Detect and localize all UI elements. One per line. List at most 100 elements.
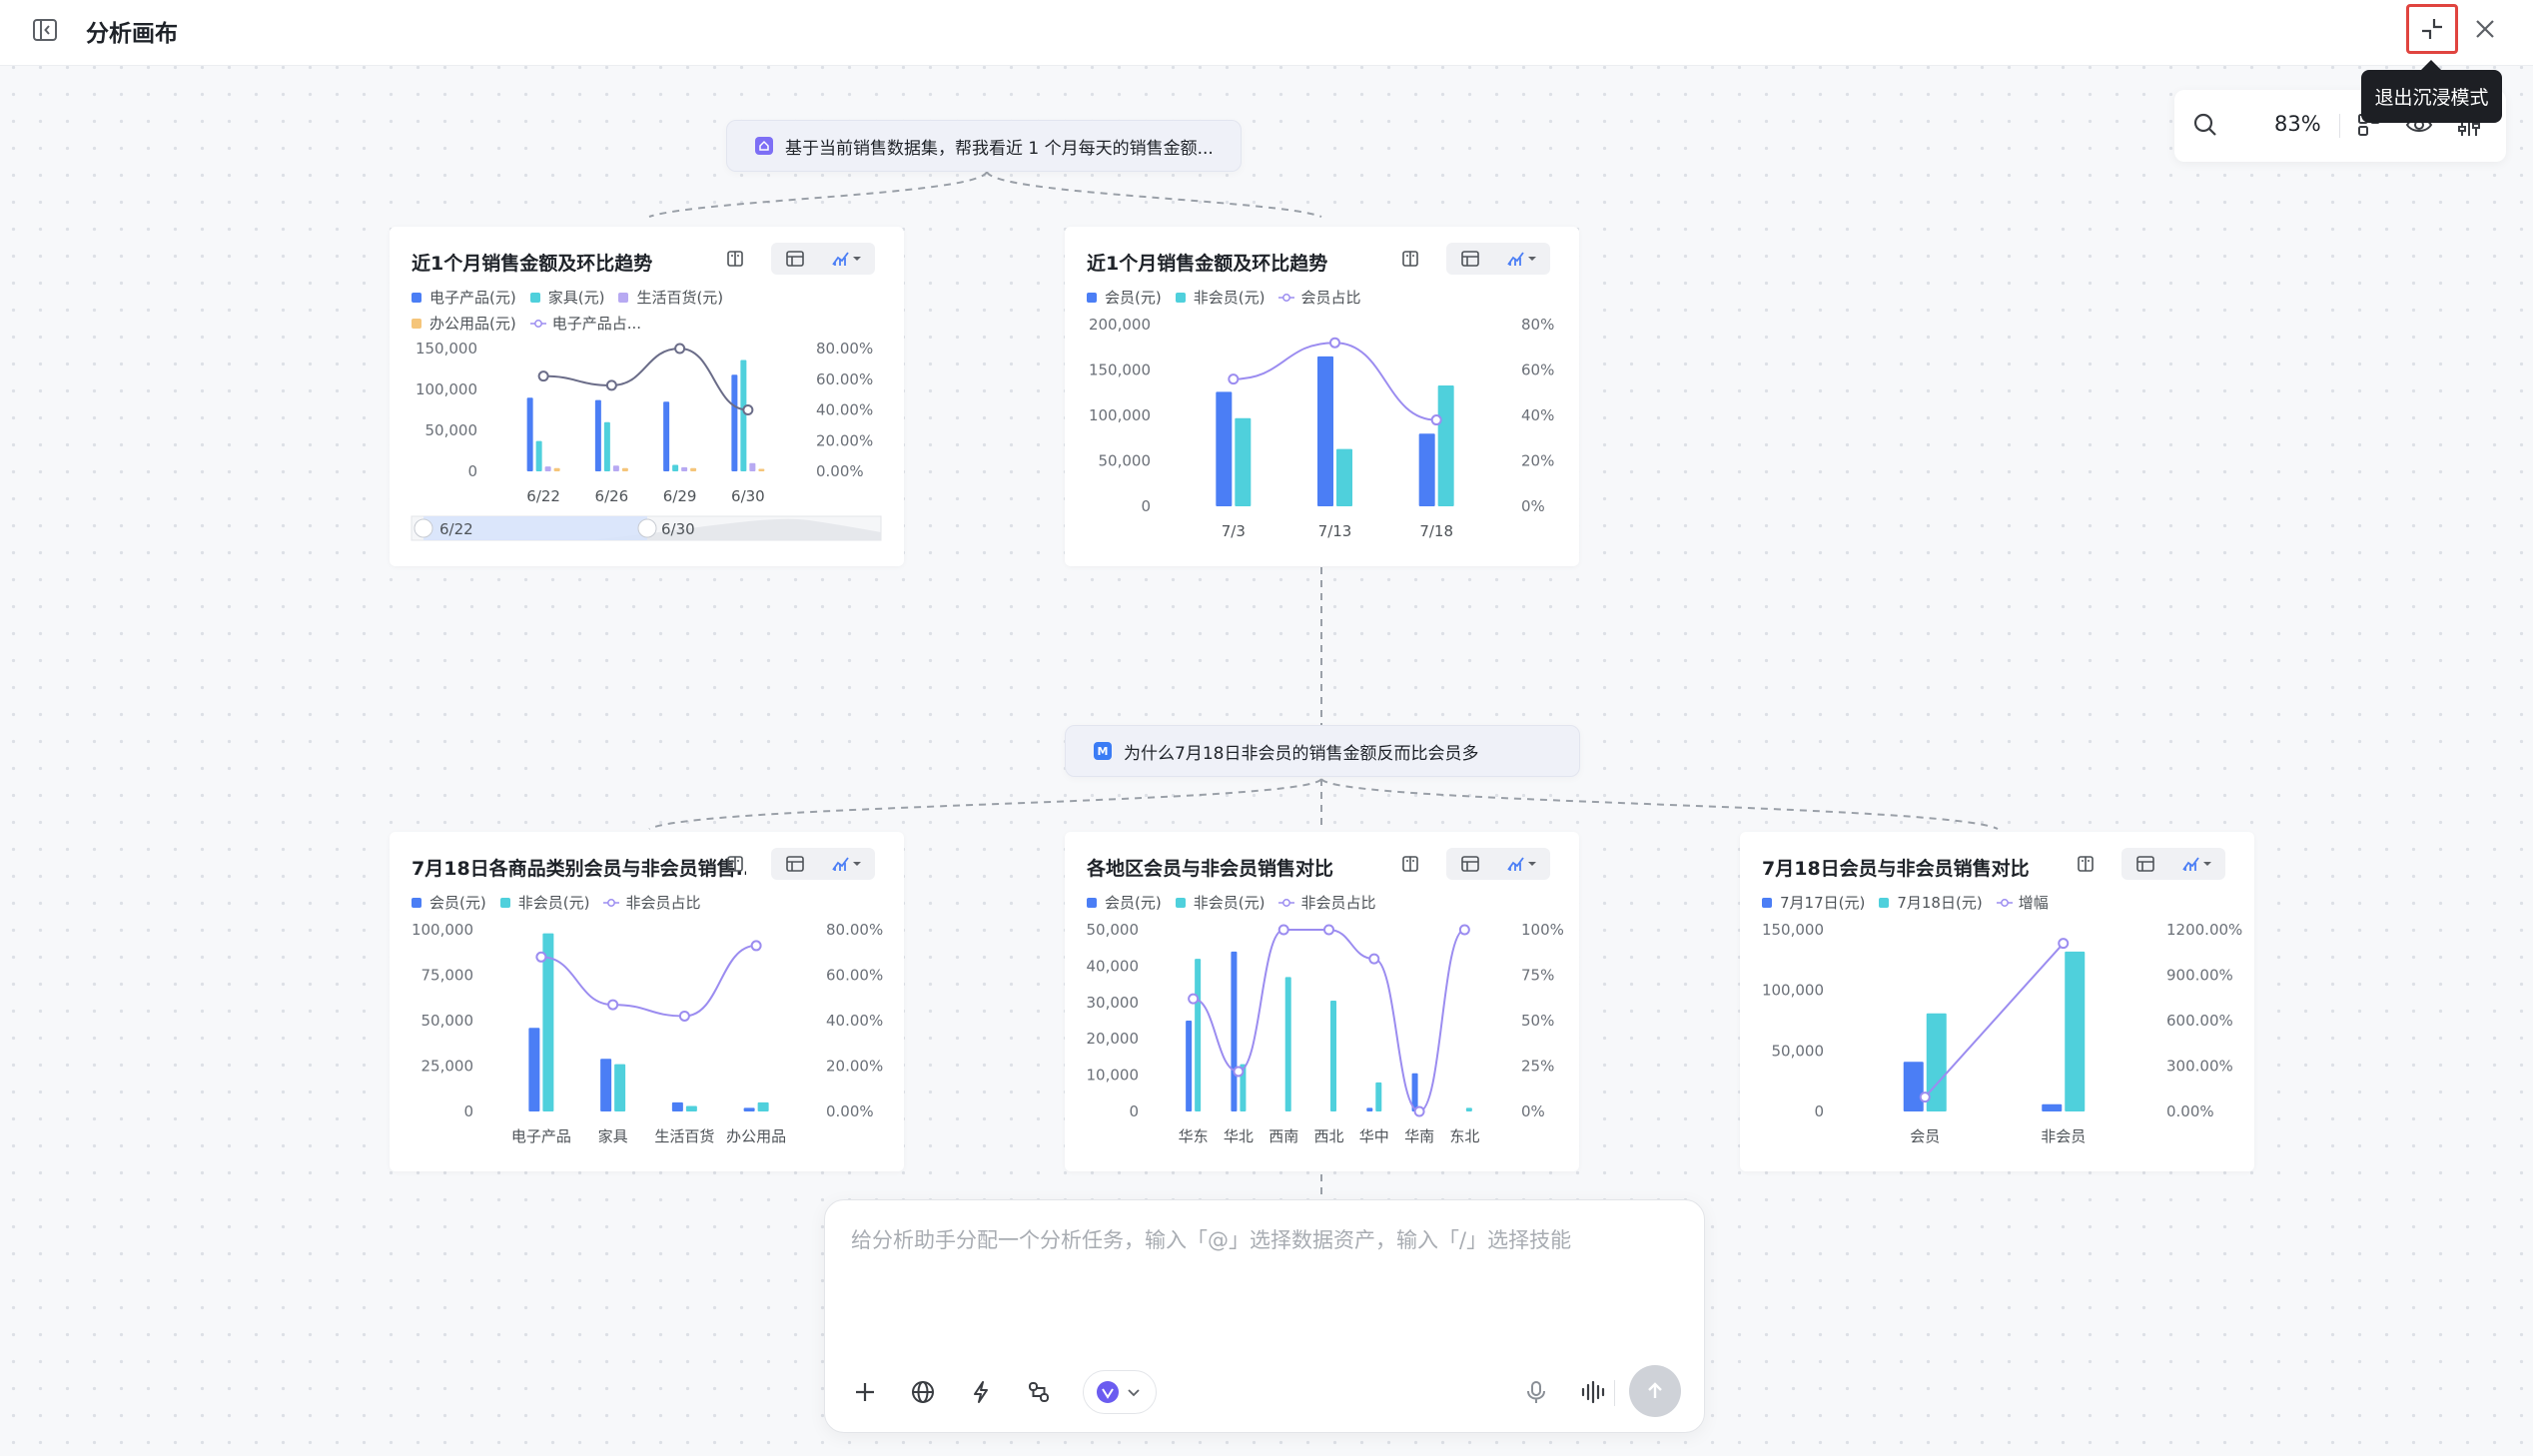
x-tick-label: 华北	[1224, 1127, 1254, 1145]
y2-tick-label: 60.00%	[816, 370, 873, 388]
line-point	[1228, 373, 1240, 385]
y2-tick-label: 0.00%	[2166, 1102, 2214, 1120]
y2-tick-label: 0.00%	[826, 1102, 874, 1120]
slider-start-label: 6/22	[439, 520, 473, 538]
bar	[757, 1101, 769, 1111]
lightning-icon[interactable]	[959, 1370, 1003, 1414]
line-point	[742, 404, 754, 415]
search-icon[interactable]	[2190, 110, 2220, 140]
send-button[interactable]	[1629, 1365, 1681, 1417]
y-tick-label: 75,000	[422, 967, 474, 985]
sidebar-toggle-icon[interactable]	[30, 15, 60, 45]
y-tick-label: 100,000	[1089, 406, 1151, 424]
y-tick-label: 150,000	[1089, 362, 1151, 379]
bar	[743, 1107, 755, 1111]
x-tick-label: 7/3	[1222, 522, 1246, 540]
chart-card-2[interactable]: 近1个月销售金额及环比趋势 会员(元) 非会员(元) 会员占比 200,000 150,0…	[1065, 227, 1579, 566]
close-icon[interactable]	[2470, 14, 2500, 44]
connector-prompt1-left	[648, 171, 988, 218]
bar	[594, 399, 601, 471]
prompt-text: 基于当前销售数据集，帮我看近 1 个月每天的销售金额...	[785, 138, 1214, 159]
y-tick-label: 25,000	[422, 1058, 474, 1076]
bar	[685, 1105, 697, 1111]
slider-end-label: 6/30	[661, 520, 695, 538]
y2-tick-label: 900.00%	[2166, 967, 2233, 985]
y-tick-label: 50,000	[425, 421, 478, 439]
bar	[528, 1028, 540, 1111]
x-tick-label: 电子产品	[511, 1127, 571, 1145]
x-tick-label: 西北	[1313, 1127, 1343, 1145]
model-badge-icon: M	[1094, 742, 1112, 760]
bar	[681, 466, 688, 471]
task-input[interactable]: 给分析助手分配一个分析任务，输入「@」选择数据资产，输入「/」选择技能	[851, 1224, 1571, 1254]
globe-icon[interactable]	[901, 1370, 945, 1414]
voice-wave-icon[interactable]	[1571, 1370, 1615, 1414]
y2-tick-label: 75%	[1521, 967, 1554, 985]
y2-tick-label: 40.00%	[826, 1012, 883, 1030]
x-tick-label: 华东	[1179, 1127, 1209, 1145]
line-point	[535, 951, 547, 963]
microphone-icon[interactable]	[1514, 1370, 1558, 1414]
chart-plot: 150,000 100,000 50,000 0 80.00% 60.00% 40.00% 2…	[411, 340, 882, 541]
bar	[1903, 1062, 1924, 1111]
line-point	[750, 940, 762, 952]
chart-card-4[interactable]: 各地区会员与非会员销售对比 会员(元) 非会员(元) 非会员占比 50,000 40,00…	[1065, 832, 1579, 1171]
zoom-level[interactable]: 83%	[2274, 112, 2321, 136]
line-point	[1323, 924, 1334, 936]
bar	[621, 467, 628, 471]
bar	[690, 467, 697, 471]
bar	[2065, 951, 2086, 1111]
task-input-panel: 给分析助手分配一个分析任务，输入「@」选择数据资产，输入「/」选择技能	[824, 1199, 1705, 1433]
exit-immersive-button[interactable]	[2406, 4, 2458, 54]
prompt-node-2[interactable]: M 为什么7月18日非会员的销售金额反而比会员多	[1065, 725, 1580, 777]
y2-tick-label: 100%	[1521, 921, 1564, 939]
prompt-text: 为什么7月18日非会员的销售金额反而比会员多	[1124, 743, 1479, 764]
chart-card-1[interactable]: 近1个月销售金额及环比趋势 电子产品(元) 家具(元) 生活百货(元) 办公用品(元) 电…	[390, 227, 904, 566]
y2-tick-label: 80%	[1521, 316, 1554, 334]
bar	[731, 374, 738, 471]
y-tick-label: 50,000	[1099, 452, 1152, 470]
series-line	[540, 944, 757, 1018]
y2-tick-label: 40.00%	[816, 401, 873, 419]
line-point	[1430, 414, 1442, 426]
y-tick-label: 10,000	[1087, 1067, 1140, 1085]
chevron-down-icon	[1128, 1389, 1140, 1397]
chart-plot: 200,000 150,000 100,000 50,000 0 80% 60% 40% 20%…	[1089, 316, 1554, 540]
bar	[526, 397, 533, 471]
workflow-icon[interactable]	[1017, 1370, 1061, 1414]
bar	[614, 1064, 626, 1111]
line-point	[678, 1010, 690, 1022]
bar	[2042, 1103, 2063, 1111]
connector-prompt1-right	[986, 171, 1322, 218]
bar	[544, 466, 551, 471]
bar	[1235, 417, 1252, 506]
exit-immersive-tooltip: 退出沉浸模式	[2361, 60, 2502, 123]
y-tick-label: 0	[467, 462, 477, 480]
bar	[1366, 1107, 1373, 1111]
y2-tick-label: 40%	[1521, 406, 1554, 424]
prompt-node-1[interactable]: 基于当前销售数据集，帮我看近 1 个月每天的销售金额...	[726, 120, 1242, 172]
y-tick-label: 0	[1814, 1102, 1824, 1120]
series-line	[1233, 342, 1437, 421]
model-selector[interactable]	[1083, 1370, 1157, 1414]
chart-card-3[interactable]: 7月18日各商品类别会员与非会员销售... 会员(元) 非会员(元) 非会员占比 100…	[390, 832, 904, 1171]
add-icon[interactable]	[843, 1370, 887, 1414]
slider-handle-end	[637, 518, 657, 538]
y2-tick-label: 0%	[1521, 1102, 1545, 1120]
y2-tick-label: 20.00%	[826, 1058, 883, 1076]
chart-card-5[interactable]: 7月18日会员与非会员销售对比 7月17日(元) 7月18日(元) 增幅 150,000…	[1740, 832, 2254, 1171]
line-point	[1413, 1105, 1425, 1117]
page-title: 分析画布	[86, 21, 178, 47]
y2-tick-label: 50%	[1521, 1012, 1554, 1030]
bar	[1418, 433, 1435, 506]
minimize-icon	[2422, 19, 2442, 39]
top-bar: 分析画布	[0, 0, 2533, 66]
arrow-up-icon	[1648, 1382, 1662, 1398]
y2-tick-label: 0.00%	[816, 462, 864, 480]
y2-tick-label: 80.00%	[816, 340, 873, 358]
y-tick-label: 50,000	[422, 1012, 474, 1030]
x-tick-label: 6/29	[663, 487, 697, 505]
bar	[600, 1059, 612, 1111]
x-tick-label: 家具	[598, 1127, 628, 1145]
y2-tick-label: 25%	[1521, 1058, 1554, 1076]
